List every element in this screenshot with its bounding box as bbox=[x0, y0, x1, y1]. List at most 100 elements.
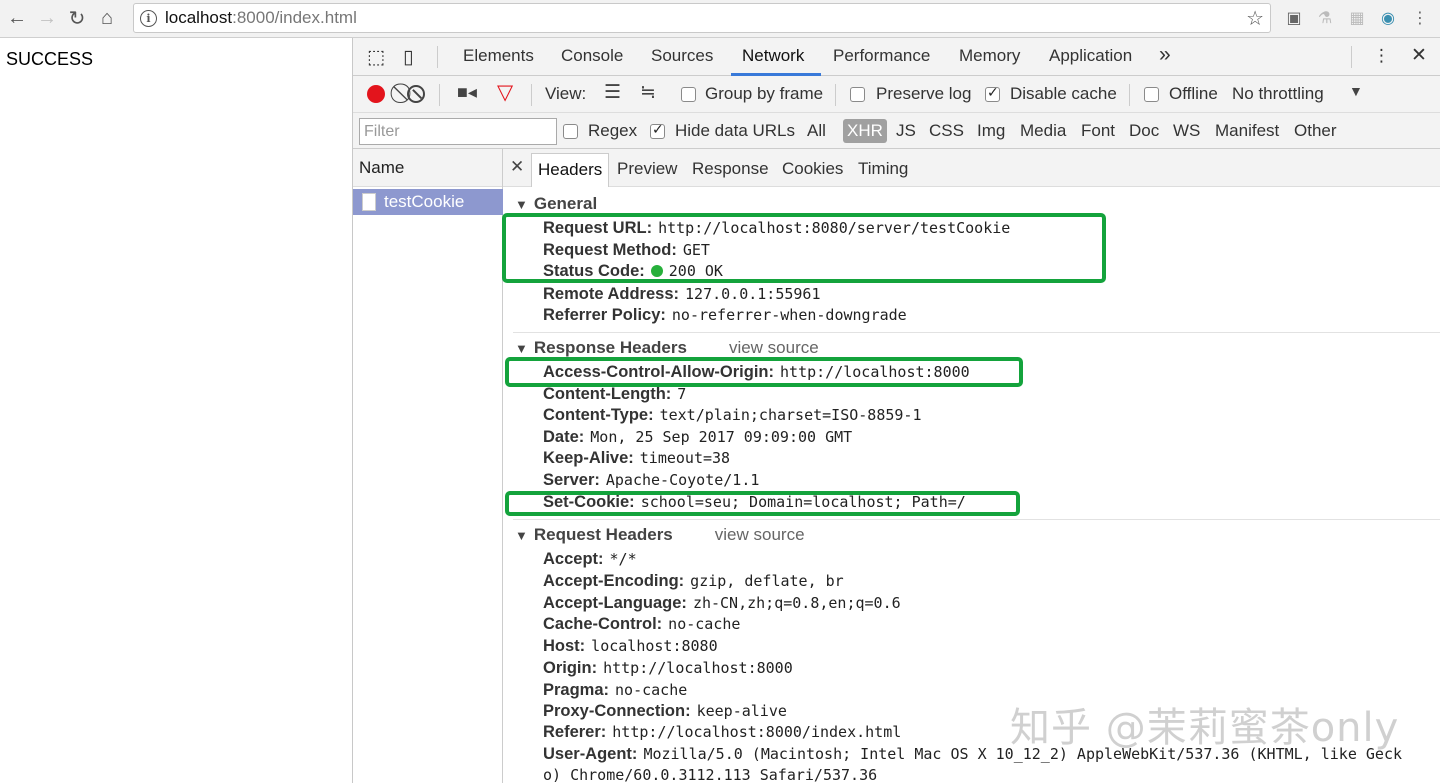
large-rows-icon[interactable]: ☰ bbox=[604, 81, 621, 104]
waterfall-icon[interactable]: ≒ bbox=[640, 81, 656, 104]
header-key: Referrer Policy: bbox=[543, 306, 666, 324]
group-by-frame-checkbox[interactable] bbox=[681, 87, 696, 102]
filter-type-doc[interactable]: Doc bbox=[1129, 121, 1159, 141]
tab-application[interactable]: Application bbox=[1049, 46, 1132, 66]
header-key: Server: bbox=[543, 471, 600, 489]
address-bar[interactable]: i localhost:8000/index.html ☆ bbox=[133, 3, 1271, 33]
header-key: Accept-Language: bbox=[543, 594, 687, 612]
header-row-wrap: o) Chrome/60.0.3112.113 Safari/537.36 bbox=[543, 766, 877, 783]
capture-screenshots-icon[interactable]: ■◂ bbox=[457, 82, 477, 103]
chevron-down-icon[interactable]: ▼ bbox=[1349, 83, 1363, 99]
reload-icon[interactable]: ↻ bbox=[62, 4, 92, 34]
hide-data-urls-checkbox[interactable] bbox=[650, 122, 665, 139]
header-row: Referrer Policy: no-referrer-when-downgra… bbox=[543, 306, 907, 325]
tab-elements[interactable]: Elements bbox=[463, 46, 534, 66]
header-value: o) Chrome/60.0.3112.113 Safari/537.36 bbox=[543, 766, 878, 783]
filter-type-font[interactable]: Font bbox=[1081, 121, 1115, 141]
close-detail-icon[interactable]: ✕ bbox=[510, 157, 524, 177]
network-filter-bar: Regex Hide data URLs All XHR JS CSS Img … bbox=[353, 113, 1440, 149]
header-key: Referer: bbox=[543, 723, 607, 741]
extension-icon[interactable]: ▦ bbox=[1346, 7, 1368, 29]
chrome-menu-icon[interactable]: ⋮ bbox=[1409, 7, 1431, 29]
header-key: Keep-Alive: bbox=[543, 449, 634, 467]
filter-type-ws[interactable]: WS bbox=[1173, 121, 1200, 141]
tab-headers[interactable]: Headers bbox=[531, 153, 610, 187]
section-title: Response Headers bbox=[533, 338, 687, 357]
filter-type-xhr[interactable]: XHR bbox=[843, 119, 887, 143]
header-row: Host: localhost:8080 bbox=[543, 637, 718, 656]
document-icon bbox=[362, 193, 376, 211]
header-key: Content-Type: bbox=[543, 406, 654, 424]
header-value: */* bbox=[609, 550, 637, 568]
disable-cache-label: Disable cache bbox=[1010, 84, 1117, 103]
tab-performance[interactable]: Performance bbox=[833, 46, 930, 66]
filter-type-media[interactable]: Media bbox=[1020, 121, 1066, 141]
request-row-testcookie[interactable]: testCookie bbox=[353, 189, 503, 215]
bookmark-star-icon[interactable]: ☆ bbox=[1246, 6, 1264, 31]
request-name: testCookie bbox=[384, 192, 465, 211]
divider bbox=[1129, 84, 1130, 106]
disable-cache-checkbox[interactable] bbox=[985, 85, 1000, 102]
header-row: Date: Mon, 25 Sep 2017 09:09:00 GMT bbox=[543, 428, 852, 447]
filter-type-css[interactable]: CSS bbox=[929, 121, 964, 141]
customize-menu-icon[interactable]: ⋮ bbox=[1373, 46, 1390, 66]
device-toolbar-icon[interactable]: ▯ bbox=[403, 46, 413, 69]
divider bbox=[1351, 46, 1352, 68]
header-key: Remote Address: bbox=[543, 285, 680, 303]
info-icon[interactable]: i bbox=[140, 9, 157, 27]
header-key: Accept: bbox=[543, 550, 604, 568]
view-source-link[interactable]: view source bbox=[729, 338, 819, 357]
section-request-headers-header[interactable]: ▼ Request Headers view source bbox=[515, 525, 805, 545]
extension-icon[interactable]: ⚗ bbox=[1314, 7, 1336, 29]
filter-type-other[interactable]: Other bbox=[1294, 121, 1337, 141]
header-key: Accept-Encoding: bbox=[543, 572, 685, 590]
section-title: General bbox=[533, 194, 598, 213]
inspect-element-icon[interactable]: ⬚ bbox=[367, 46, 385, 69]
tab-console[interactable]: Console bbox=[561, 46, 623, 66]
view-source-link[interactable]: view source bbox=[715, 525, 805, 544]
header-row: Accept: */* bbox=[543, 550, 637, 569]
tab-preview[interactable]: Preview bbox=[617, 159, 677, 179]
name-column-header[interactable]: Name bbox=[353, 149, 502, 187]
page-body-text: SUCCESS bbox=[6, 49, 94, 69]
extension-icon[interactable]: ▣ bbox=[1283, 7, 1305, 29]
header-row: Accept-Encoding: gzip, deflate, br bbox=[543, 572, 844, 591]
record-icon[interactable] bbox=[367, 85, 385, 103]
filter-type-manifest[interactable]: Manifest bbox=[1215, 121, 1279, 141]
filter-input[interactable] bbox=[359, 118, 557, 145]
header-key: Host: bbox=[543, 637, 586, 655]
filter-type-all[interactable]: All bbox=[807, 121, 826, 141]
regex-checkbox[interactable] bbox=[563, 124, 578, 139]
header-key: Pragma: bbox=[543, 681, 610, 699]
header-key: User-Agent: bbox=[543, 745, 638, 763]
view-label: View: bbox=[545, 84, 587, 103]
tab-network[interactable]: Network bbox=[742, 46, 804, 66]
highlight-box bbox=[505, 491, 1020, 516]
tab-timing[interactable]: Timing bbox=[858, 159, 908, 179]
header-row: Keep-Alive: timeout=38 bbox=[543, 449, 730, 468]
offline-checkbox[interactable] bbox=[1144, 87, 1159, 102]
forward-arrow-icon[interactable]: → bbox=[32, 4, 62, 34]
filter-type-img[interactable]: Img bbox=[977, 121, 1005, 141]
tab-sources[interactable]: Sources bbox=[651, 46, 713, 66]
tab-response[interactable]: Response bbox=[692, 159, 769, 179]
tab-cookies[interactable]: Cookies bbox=[782, 159, 843, 179]
header-value: 7 bbox=[677, 385, 687, 403]
back-arrow-icon[interactable]: ← bbox=[2, 4, 32, 34]
extension-icon[interactable]: ◉ bbox=[1377, 7, 1399, 29]
home-icon[interactable]: ⌂ bbox=[92, 4, 122, 34]
more-tabs-icon[interactable]: » bbox=[1159, 43, 1171, 67]
filter-type-js[interactable]: JS bbox=[896, 121, 916, 141]
regex-label: Regex bbox=[588, 121, 638, 140]
header-row: Content-Type: text/plain;charset=ISO-8859… bbox=[543, 406, 922, 425]
preserve-log-checkbox[interactable] bbox=[850, 87, 865, 102]
header-value: no-cache bbox=[668, 615, 741, 633]
header-row: Content-Length: 7 bbox=[543, 385, 686, 404]
filter-icon[interactable]: ▽ bbox=[497, 80, 513, 105]
close-devtools-icon[interactable]: ✕ bbox=[1411, 44, 1427, 67]
throttling-select[interactable]: No throttling bbox=[1232, 84, 1324, 104]
divider bbox=[531, 84, 532, 106]
section-general-header[interactable]: ▼ General bbox=[515, 194, 597, 214]
section-response-headers-header[interactable]: ▼ Response Headers view source bbox=[515, 338, 819, 358]
tab-memory[interactable]: Memory bbox=[959, 46, 1020, 66]
